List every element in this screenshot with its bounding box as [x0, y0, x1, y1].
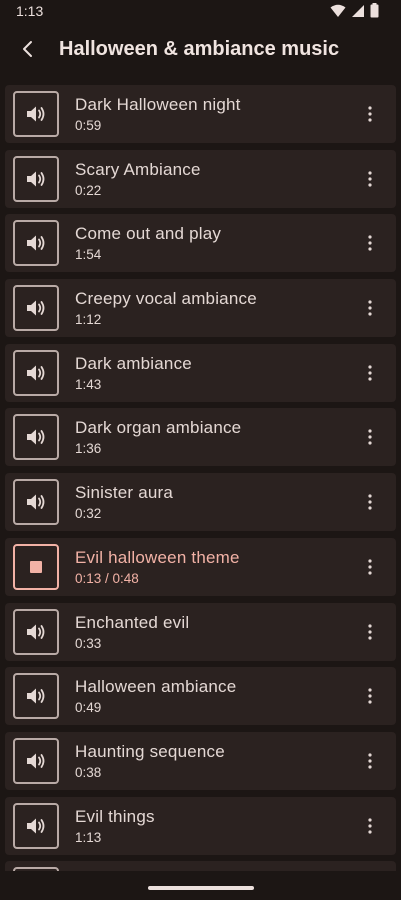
more-vert-icon	[368, 817, 372, 834]
navigation-bar	[0, 871, 401, 900]
track-item[interactable]: Dark ambiance 1:43	[5, 343, 396, 402]
speaker-icon	[26, 234, 46, 252]
back-button[interactable]	[14, 36, 44, 66]
play-button[interactable]	[13, 155, 59, 202]
track-item[interactable]	[5, 861, 396, 871]
wifi-icon	[330, 4, 346, 23]
speaker-icon	[26, 428, 46, 446]
speaker-icon	[26, 687, 46, 705]
track-title: Dark ambiance	[75, 353, 192, 373]
more-vert-icon	[368, 106, 372, 122]
battery-icon	[370, 3, 379, 23]
speaker-icon	[26, 170, 46, 188]
more-options-button[interactable]	[358, 620, 382, 644]
play-button[interactable]	[13, 285, 59, 332]
track-title: Come out and play	[75, 224, 222, 244]
track-duration: 1:43	[75, 376, 102, 392]
speaker-icon	[26, 752, 46, 770]
play-button[interactable]	[13, 91, 59, 137]
track-title: Sinister aura	[75, 483, 174, 503]
more-vert-icon	[368, 753, 372, 769]
speaker-icon	[26, 105, 46, 123]
track-duration: 0:32	[75, 506, 102, 522]
status-icons	[330, 3, 379, 23]
more-options-button[interactable]	[358, 684, 382, 708]
track-title: Scary Ambiance	[75, 159, 201, 179]
arrow-back-icon	[21, 40, 37, 63]
stop-button[interactable]	[13, 543, 59, 590]
track-title: Evil halloween theme	[75, 547, 240, 567]
play-button[interactable]	[13, 414, 59, 461]
page-title: Halloween & ambiance music	[59, 38, 340, 60]
play-button[interactable]	[13, 479, 59, 526]
play-button[interactable]	[13, 673, 59, 720]
more-vert-icon	[368, 235, 372, 251]
track-item[interactable]: Evil things 1:13	[5, 796, 396, 855]
track-title: Creepy vocal ambiance	[75, 289, 257, 309]
track-duration: 0:13 / 0:48	[75, 570, 139, 586]
more-options-button[interactable]	[358, 490, 382, 514]
more-vert-icon	[368, 494, 372, 510]
more-options-button[interactable]	[358, 814, 382, 838]
more-vert-icon	[368, 623, 372, 640]
speaker-icon	[26, 364, 46, 382]
play-button[interactable]	[13, 608, 59, 655]
speaker-icon	[26, 817, 46, 835]
track-title: Haunting sequence	[75, 741, 225, 761]
speaker-icon	[26, 623, 46, 641]
play-button[interactable]	[13, 737, 59, 784]
more-options-button[interactable]	[358, 231, 382, 255]
home-indicator[interactable]	[148, 886, 254, 890]
app-bar: Halloween & ambiance music	[0, 24, 401, 80]
more-options-button[interactable]	[358, 102, 382, 126]
track-title: Dark Halloween night	[75, 95, 241, 114]
track-duration: 0:22	[75, 182, 102, 198]
track-duration: 1:36	[75, 441, 102, 457]
track-list[interactable]: Dark Halloween night 0:59 Scary Ambiance 0:…	[5, 85, 396, 871]
more-options-button[interactable]	[358, 296, 382, 320]
track-item[interactable]: Enchanted evil 0:33	[5, 602, 396, 661]
play-button[interactable]	[13, 802, 59, 849]
status-time: 1:13	[16, 3, 44, 19]
track-duration: 1:12	[75, 312, 102, 328]
more-vert-icon	[368, 300, 372, 316]
track-duration: 0:38	[75, 764, 102, 780]
track-item[interactable]: Creepy vocal ambiance 1:12	[5, 279, 396, 338]
track-duration: 1:54	[75, 247, 102, 263]
play-button[interactable]	[13, 220, 59, 267]
speaker-icon	[26, 493, 46, 511]
track-item[interactable]: Halloween ambiance 0:49	[5, 667, 396, 726]
speaker-icon	[26, 299, 46, 317]
track-duration: 0:49	[75, 700, 102, 716]
track-item[interactable]: Evil halloween theme 0:13 / 0:48	[5, 537, 396, 596]
track-item[interactable]: Dark organ ambiance 1:36	[5, 408, 396, 467]
track-duration: 1:13	[75, 829, 102, 845]
track-item[interactable]: Come out and play 1:54	[5, 214, 396, 273]
more-vert-icon	[368, 688, 372, 704]
more-vert-icon	[368, 171, 372, 187]
signal-icon	[351, 4, 365, 23]
more-vert-icon	[368, 559, 372, 575]
track-duration: 0:59	[75, 118, 102, 133]
track-title: Dark organ ambiance	[75, 418, 242, 438]
track-duration: 0:33	[75, 635, 102, 651]
more-options-button[interactable]	[358, 425, 382, 449]
status-bar: 1:13	[0, 0, 401, 24]
more-options-button[interactable]	[358, 555, 382, 579]
stop-icon	[30, 560, 42, 573]
track-item[interactable]: Sinister aura 0:32	[5, 473, 396, 532]
track-title: Evil things	[75, 806, 155, 826]
more-options-button[interactable]	[358, 749, 382, 773]
track-title: Halloween ambiance	[75, 677, 237, 697]
track-item[interactable]: Haunting sequence 0:38	[5, 731, 396, 790]
more-vert-icon	[368, 429, 372, 446]
track-title: Enchanted evil	[75, 612, 190, 632]
track-item[interactable]: Dark Halloween night 0:59	[5, 85, 396, 143]
more-options-button[interactable]	[358, 361, 382, 385]
more-options-button[interactable]	[358, 167, 382, 191]
more-vert-icon	[368, 365, 372, 381]
play-button[interactable]	[13, 349, 59, 396]
track-item[interactable]: Scary Ambiance 0:22	[5, 149, 396, 208]
